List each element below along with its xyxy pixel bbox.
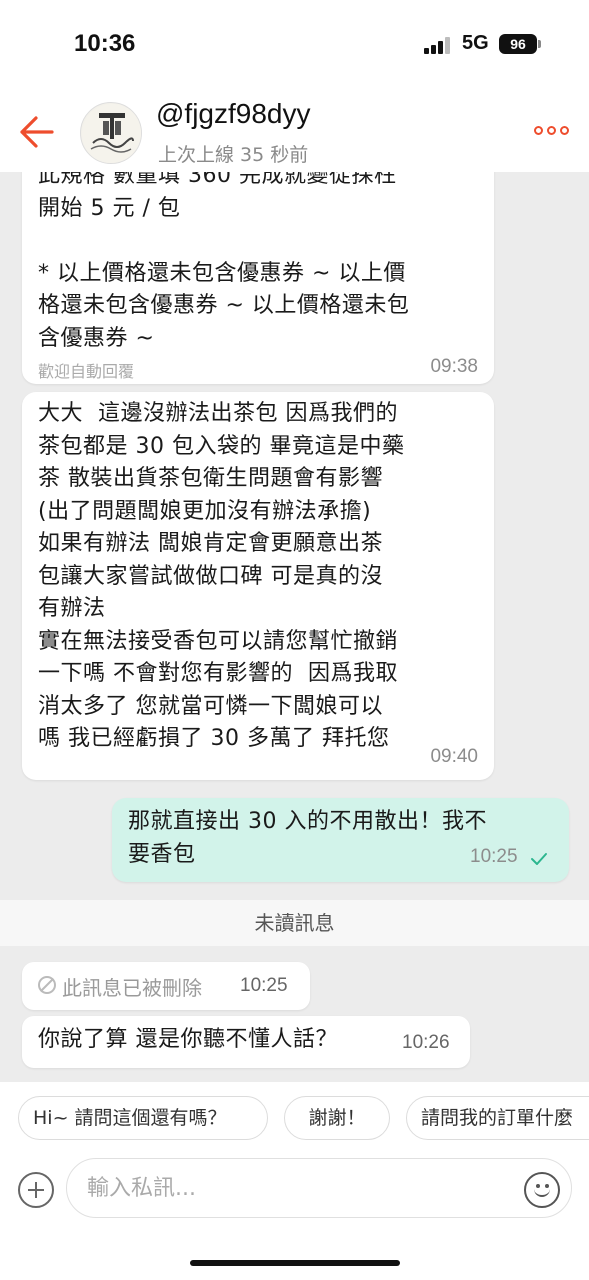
message-list[interactable]: 此規格 數量填 360 完成就變從採柱 開始 5 元 / 包 * 以上價格還未包…	[0, 172, 589, 1082]
more-dots-icon[interactable]	[534, 120, 574, 142]
message-time: 10:26	[402, 1032, 450, 1053]
signal-icon	[424, 36, 454, 54]
auto-reply-tag: 歡迎自動回覆	[38, 362, 135, 381]
message-time: 09:40	[430, 746, 478, 767]
plus-icon[interactable]	[18, 1172, 54, 1208]
network-type: 5G	[462, 32, 489, 54]
battery-tip	[538, 40, 541, 48]
message-text: 大大 這邊沒辦法出茶包 因爲我們的 茶包都是 30 包入袋的 畢竟這是中藥 茶 …	[38, 401, 405, 751]
status-bar: 10:36 5G 96	[0, 0, 589, 90]
message-bubble-deleted[interactable]: 此訊息已被刪除 10:25	[22, 962, 310, 1010]
message-bubble-incoming[interactable]: 大大 這邊沒辦法出茶包 因爲我們的 茶包都是 30 包入袋的 畢竟這是中藥 茶 …	[22, 392, 494, 780]
emoji-icon[interactable]	[524, 1172, 560, 1208]
deleted-icon	[38, 976, 56, 994]
input-bar	[0, 1154, 589, 1280]
chat-username[interactable]: @fjgzf98dyy	[156, 98, 311, 130]
back-arrow-icon[interactable]	[14, 112, 58, 152]
quick-reply-chip[interactable]: 請問我的訂單什麼	[406, 1096, 589, 1140]
avatar[interactable]	[80, 102, 142, 164]
message-time: 09:38	[430, 356, 478, 377]
message-time: 10:25	[470, 846, 518, 867]
quick-reply-chip[interactable]: 謝謝！	[284, 1096, 390, 1140]
message-bubble-incoming[interactable]: 此規格 數量填 360 完成就變從採柱 開始 5 元 / 包 * 以上價格還未包…	[22, 172, 494, 384]
battery-icon: 96	[499, 34, 537, 54]
home-indicator	[190, 1260, 400, 1266]
last-seen-status: 上次上線 35 秒前	[158, 144, 309, 166]
deleted-message-text: 此訊息已被刪除	[62, 976, 202, 1000]
quick-reply-bar: Hi~ 請問這個還有嗎？ 謝謝！ 請問我的訂單什麼	[0, 1082, 589, 1154]
quick-reply-chip[interactable]: Hi~ 請問這個還有嗎？	[18, 1096, 268, 1140]
read-check-icon	[530, 850, 548, 868]
message-text: 你說了算 還是你聽不懂人話？	[38, 1027, 338, 1052]
status-time: 10:36	[74, 30, 136, 57]
message-input[interactable]	[66, 1158, 572, 1218]
message-time: 10:25	[240, 975, 288, 996]
message-bubble-outgoing[interactable]: 那就直接出 30 入的不用散出！我不 要香包 10:25	[112, 798, 569, 882]
chat-header: @fjgzf98dyy 上次上線 35 秒前	[0, 90, 589, 172]
unread-divider: 未讀訊息	[0, 900, 589, 946]
message-text: 此規格 數量填 360 完成就變從採柱 開始 5 元 / 包 * 以上價格還未包…	[38, 172, 410, 351]
message-bubble-incoming[interactable]: 你說了算 還是你聽不懂人話？ 10:26	[22, 1016, 470, 1068]
